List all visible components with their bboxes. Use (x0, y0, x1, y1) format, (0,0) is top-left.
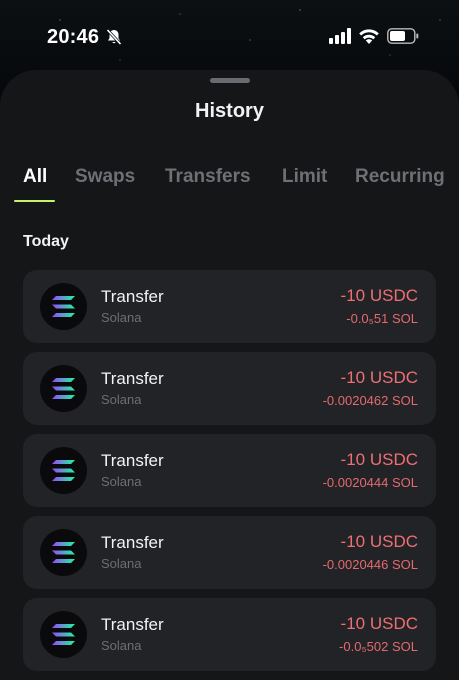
transaction-list: Transfer Solana -10 USDC -0.0₅51 SOL Tra… (23, 270, 436, 680)
transaction-title: Transfer (101, 451, 164, 470)
tab-swaps[interactable]: Swaps (75, 166, 135, 188)
status-time: 20:46 (47, 26, 100, 48)
transaction-card[interactable]: Transfer Solana -10 USDC -0.0₅502 SOL (23, 598, 436, 671)
section-label-today: Today (23, 233, 69, 250)
transaction-sub-amount: -0.0020444 SOL (322, 475, 418, 490)
transaction-amount: -10 USDC (340, 286, 418, 305)
solana-logo-icon (40, 283, 87, 330)
transaction-title: Transfer (101, 369, 164, 388)
transaction-amount: -10 USDC (340, 368, 418, 387)
transaction-sub-amount: -0.0020462 SOL (322, 393, 418, 408)
history-sheet: History All Swaps Transfers Limit Recurr… (0, 70, 459, 680)
transaction-network: Solana (101, 392, 142, 407)
sheet-title: History (195, 100, 264, 122)
transaction-network: Solana (101, 310, 142, 325)
transaction-amount: -10 USDC (340, 532, 418, 551)
bell-slash-icon (106, 28, 122, 46)
tab-limit[interactable]: Limit (282, 166, 327, 188)
solana-logo-icon (40, 611, 87, 658)
transaction-title: Transfer (101, 533, 164, 552)
battery-icon (387, 28, 419, 44)
transaction-amount: -10 USDC (340, 450, 418, 469)
status-bar: 20:46 (0, 0, 459, 70)
transaction-title: Transfer (101, 615, 164, 634)
tab-all[interactable]: All (23, 166, 47, 188)
transaction-card[interactable]: Transfer Solana -10 USDC -0.0020444 SOL (23, 434, 436, 507)
cellular-signal-icon (329, 28, 351, 44)
tab-transfers[interactable]: Transfers (165, 166, 251, 188)
transaction-title: Transfer (101, 287, 164, 306)
active-tab-indicator (14, 200, 55, 202)
tab-recurring[interactable]: Recurring (355, 166, 445, 188)
transaction-sub-amount: -0.0₅51 SOL (346, 311, 418, 326)
transaction-card[interactable]: Transfer Solana -10 USDC -0.0020446 SOL (23, 516, 436, 589)
solana-logo-icon (40, 365, 87, 412)
history-tabs: All Swaps Transfers Limit Recurring (0, 166, 459, 206)
sheet-grabber[interactable] (210, 78, 250, 83)
transaction-sub-amount: -0.0020446 SOL (322, 557, 418, 572)
transaction-sub-amount: -0.0₅502 SOL (339, 639, 418, 654)
transaction-network: Solana (101, 638, 142, 653)
transaction-card[interactable]: Transfer Solana -10 USDC -0.0₅51 SOL (23, 270, 436, 343)
transaction-card[interactable]: Transfer Solana -10 USDC -0.0020462 SOL (23, 352, 436, 425)
solana-logo-icon (40, 529, 87, 576)
transaction-network: Solana (101, 556, 142, 571)
wifi-icon (359, 29, 379, 44)
solana-logo-icon (40, 447, 87, 494)
transaction-amount: -10 USDC (340, 614, 418, 633)
transaction-network: Solana (101, 474, 142, 489)
